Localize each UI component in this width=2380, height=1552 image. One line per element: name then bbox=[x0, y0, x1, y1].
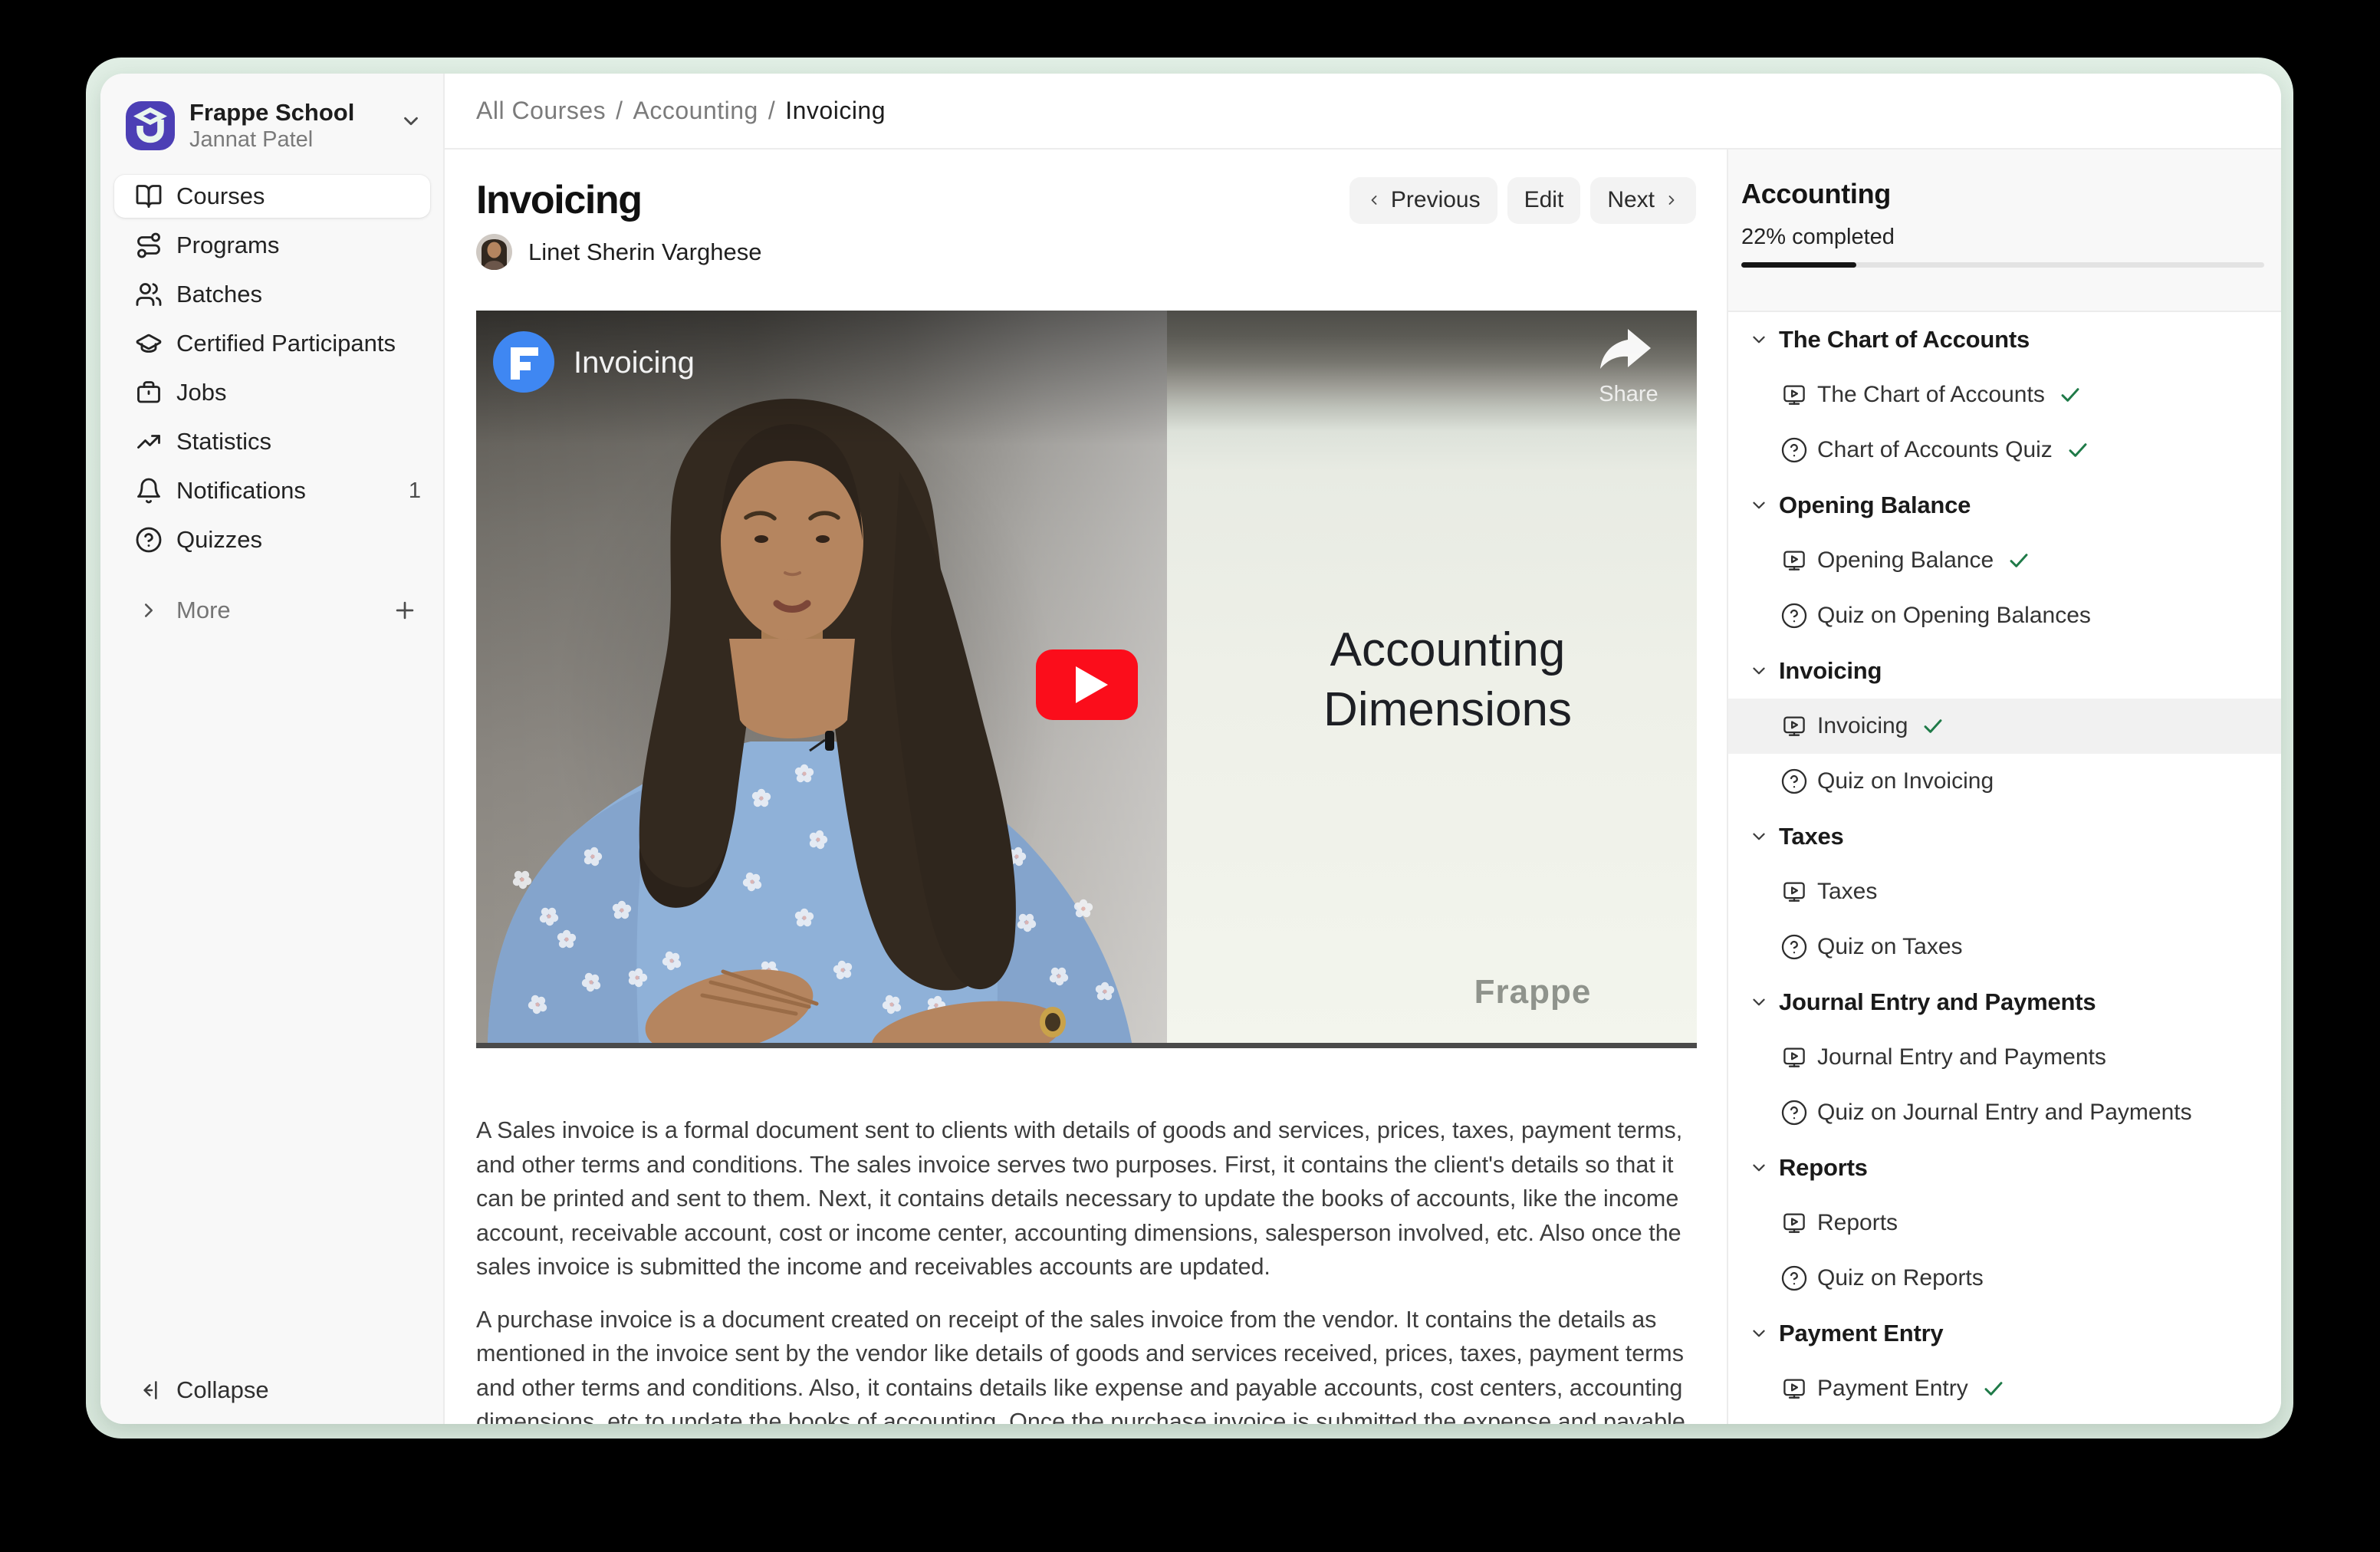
svg-text:Share: Share bbox=[1599, 382, 1658, 406]
svg-text:Accounting: Accounting bbox=[1330, 623, 1566, 676]
svg-text:Invoicing: Invoicing bbox=[574, 346, 695, 380]
svg-text:Frappe: Frappe bbox=[1474, 973, 1592, 1011]
svg-text:Dimensions: Dimensions bbox=[1323, 683, 1572, 736]
